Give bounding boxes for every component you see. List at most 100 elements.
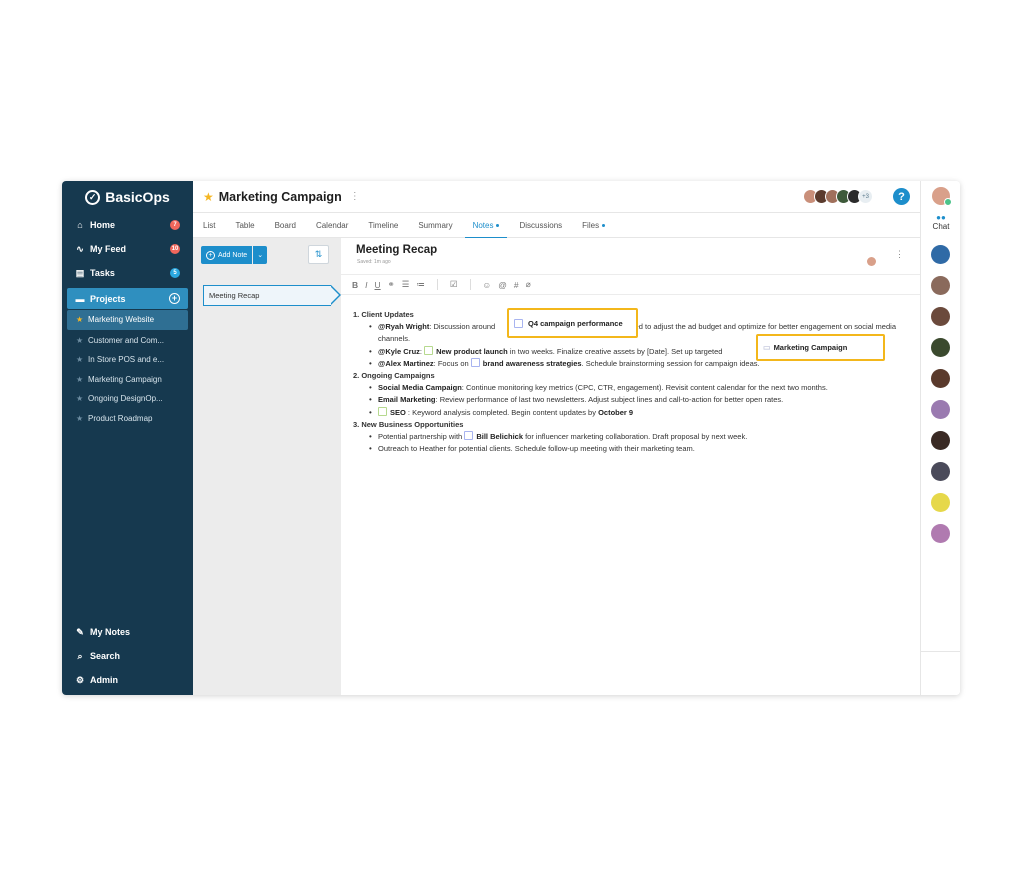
sidebar-bottom: ✎ My Notes ⌕ Search ⚙ Admin [62,620,193,692]
tab-timeline[interactable]: Timeline [368,213,398,238]
tab-files[interactable]: Files [582,213,606,238]
mention[interactable]: @Alex Martinez [378,359,434,368]
numbered-list-icon[interactable]: ☰ [402,279,410,290]
tab-label: Summary [418,220,453,230]
avatar[interactable] [931,338,950,357]
sort-button[interactable]: ⇅ [308,245,329,264]
task-link[interactable]: SEO [390,408,406,417]
nav-tasks-label: Tasks [90,268,115,278]
logo[interactable]: ✓ BasicOps [62,181,193,213]
note-title[interactable]: Meeting Recap [356,244,437,256]
nav-search[interactable]: ⌕ Search [62,644,193,668]
tab-list[interactable]: List [203,213,215,238]
chat-button[interactable]: ●● Chat [921,214,960,232]
highlighted-project-link[interactable]: ▭ Marketing Campaign [756,334,885,361]
highlighted-task-link[interactable]: Q4 campaign performance [507,308,638,338]
tab-label: Board [274,220,296,230]
help-icon[interactable]: ? [893,188,910,205]
star-icon: ★ [76,315,84,325]
project-item[interactable]: ★ In Store POS and e... [62,350,193,370]
avatar-overflow-count: +3 [858,189,873,204]
star-icon: ★ [76,413,84,423]
list-item: Email Marketing: Review performance of l… [369,394,898,406]
tab-label: Calendar [315,220,349,230]
text: Potential partnership with [378,432,463,442]
nav-admin[interactable]: ⚙ Admin [62,668,193,692]
project-item[interactable]: ★ Ongoing DesignOp... [62,389,193,409]
hashtag-icon[interactable]: # [514,280,519,290]
bullet-list-icon[interactable]: ≔ [416,279,425,290]
avatar[interactable] [931,431,950,450]
star-icon: ★ [76,335,84,345]
formatting-toolbar: B I U ⚭ ☰ ≔ ☑ ☺ @ # ⌀ [341,274,920,295]
project-item[interactable]: ★ Customer and Com... [62,331,193,351]
highlighted-task-label: Q4 campaign performance [528,318,623,328]
italic-icon[interactable]: I [365,280,367,290]
bold-label: Social Media Campaign [378,383,462,393]
home-badge: 7 [170,220,180,230]
project-label: Ongoing DesignOp... [88,394,163,404]
avatar[interactable] [931,369,950,388]
sort-icon: ⇅ [314,249,323,259]
link-icon[interactable]: ⚭ [388,279,395,290]
nav-admin-label: Admin [90,675,118,685]
project-header: ★ Marketing Campaign ⋮ +3 ? [193,181,920,213]
folder-icon: ▬ [75,293,85,304]
avatar[interactable] [931,400,950,419]
bold-icon[interactable]: B [352,280,358,290]
contact-link[interactable]: Bill Belichick [476,432,523,441]
mention[interactable]: @Kyle Cruz [378,347,420,356]
add-note-dropdown-button[interactable]: ⌄ [253,246,268,264]
tab-board[interactable]: Board [275,213,296,238]
tab-calendar[interactable]: Calendar [316,213,348,238]
member-avatars[interactable]: +3 [803,189,873,204]
checkbox-icon[interactable]: ☑ [450,279,458,290]
rail-divider [921,651,960,652]
task-link[interactable]: New product launch [436,347,508,356]
note-editor: Meeting Recap Saved: 1m ago ⋮ B I U ⚭ ☰ … [341,238,920,695]
star-icon: ★ [76,355,84,365]
nav-search-label: Search [90,651,121,661]
mention-icon[interactable]: @ [498,280,507,290]
task-link[interactable]: brand awareness strategies [483,359,582,368]
add-note-button[interactable]: + Add Note [201,246,253,264]
tab-table[interactable]: Table [235,213,254,238]
feed-badge: 10 [170,244,180,254]
list-item: Social Media Campaign: Continue monitori… [369,382,898,394]
avatar[interactable] [931,307,950,326]
project-item[interactable]: ★ Marketing Website [67,310,188,330]
tab-label: Timeline [368,220,399,230]
tab-summary[interactable]: Summary [418,213,452,238]
project-item[interactable]: ★ Marketing Campaign [62,370,193,390]
avatar[interactable] [931,276,950,295]
attachment-icon[interactable]: ⌀ [526,279,531,290]
nav-my-feed[interactable]: ∿ My Feed 10 [62,237,193,261]
text: : Keyword analysis completed. Begin cont… [405,407,596,417]
tab-label: Files [582,220,600,230]
underline-icon[interactable]: U [375,280,381,290]
nav-tasks[interactable]: ▤ Tasks 5 [62,261,193,285]
date: October 9 [598,407,634,417]
text: : Discussion around [429,322,496,332]
tab-notes[interactable]: Notes [464,213,508,239]
section-heading: 2. Ongoing Campaigns [353,371,435,381]
avatar[interactable] [931,462,950,481]
project-item[interactable]: ★ Product Roadmap [62,409,193,429]
mention[interactable]: @Ryah Wright [378,322,429,331]
nav-projects[interactable]: ▬ Projects + [67,288,188,309]
avatar[interactable] [931,493,950,512]
nav-home[interactable]: ⌂ Home 7 [62,213,193,237]
star-icon: ★ [76,374,84,384]
bullet-list: Social Media Campaign: Continue monitori… [353,382,898,419]
emoji-icon[interactable]: ☺ [483,280,492,290]
avatar[interactable] [931,245,950,264]
favorite-star-icon[interactable]: ★ [203,190,214,204]
note-more-options-icon[interactable]: ⋮ [895,249,904,260]
note-list-item[interactable]: Meeting Recap [203,285,341,306]
add-project-icon[interactable]: + [169,293,180,304]
more-options-icon[interactable]: ⋮ [350,191,360,202]
tab-discussions[interactable]: Discussions [519,213,562,238]
nav-my-notes[interactable]: ✎ My Notes [62,620,193,644]
avatar[interactable] [931,524,950,543]
current-user-avatar[interactable] [932,187,952,206]
